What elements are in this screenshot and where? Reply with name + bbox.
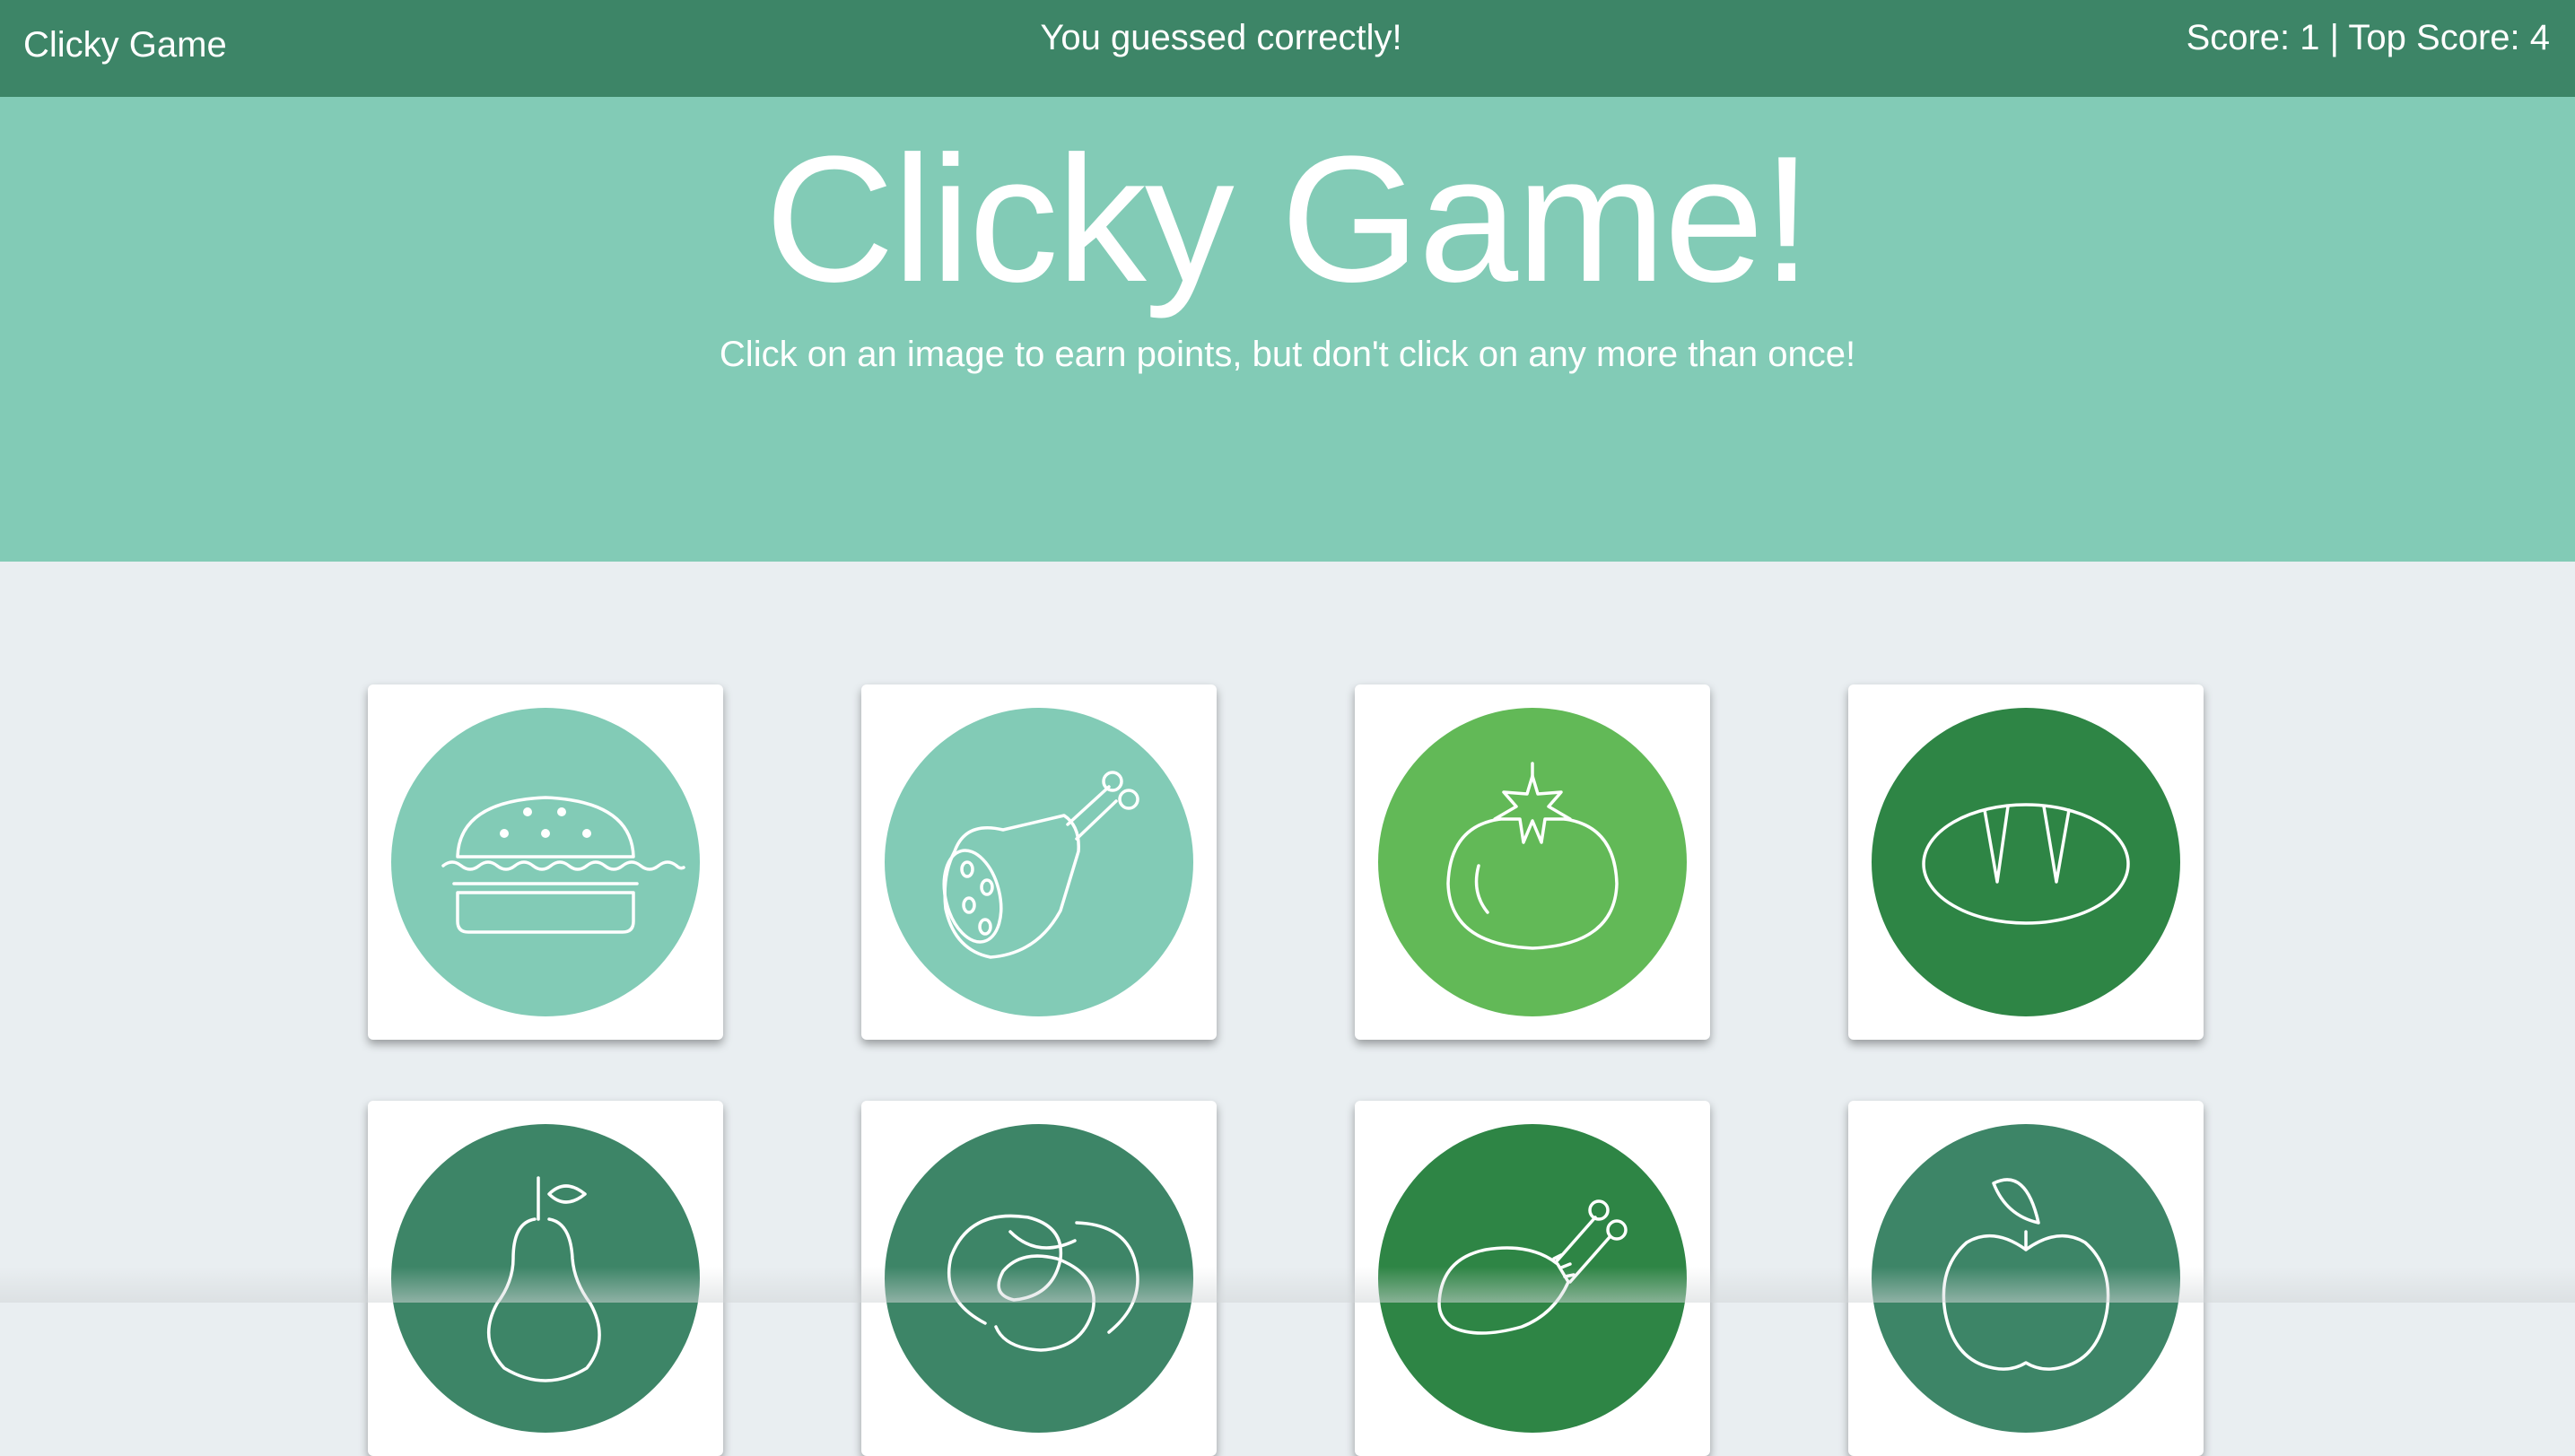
food-card-burger[interactable] (368, 684, 723, 1040)
pear-icon (486, 1176, 601, 1382)
pretzel-icon (947, 1214, 1139, 1352)
navbar: Clicky Game You guessed correctly! Score… (0, 0, 2575, 97)
image-grid (0, 562, 2575, 1456)
score-display: Score: 1 | Top Score: 4 (2186, 18, 2550, 57)
apple-icon (1942, 1178, 2110, 1371)
food-card-chicken[interactable] (1355, 1101, 1710, 1456)
food-card-apple[interactable] (1848, 1101, 2204, 1456)
guess-status-message: You guessed correctly! (1040, 18, 1402, 57)
instructions-text: Click on an image to earn points, but do… (719, 335, 1856, 374)
bread-icon (1922, 803, 2130, 925)
food-card-pear[interactable] (368, 1101, 723, 1456)
food-card-bread[interactable] (1848, 684, 2204, 1040)
burger-icon (441, 796, 685, 934)
chicken-leg-icon (1437, 1199, 1628, 1335)
food-card-tomato[interactable] (1355, 684, 1710, 1040)
tomato-icon (1446, 762, 1619, 950)
ham-leg-icon (942, 771, 1139, 959)
food-card-pretzel[interactable] (861, 1101, 1217, 1456)
food-card-ham[interactable] (861, 684, 1217, 1040)
page-title: Clicky Game! (764, 119, 1811, 319)
hero-banner: Clicky Game! Click on an image to earn p… (0, 97, 2575, 562)
